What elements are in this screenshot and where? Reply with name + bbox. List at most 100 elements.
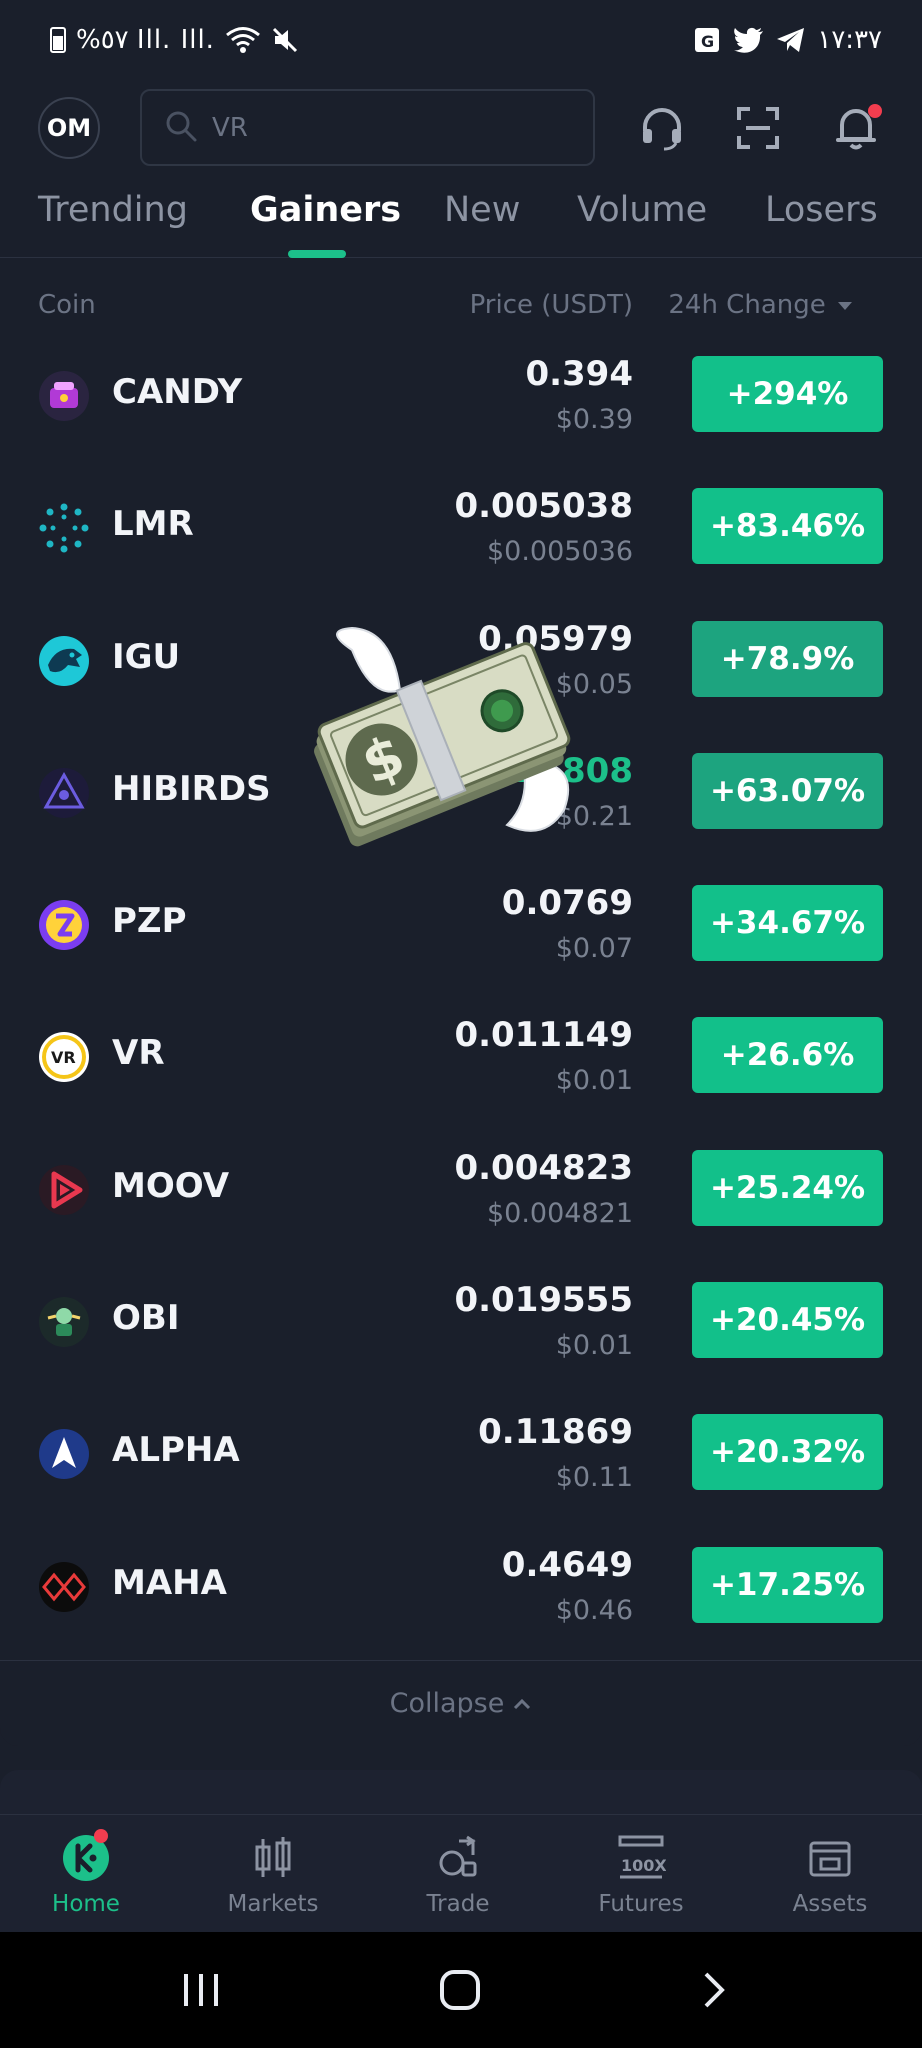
table-row[interactable]: CANDY 0.394 $0.39 +294% [0,340,922,472]
translate-icon: G [693,26,723,54]
status-bar: %٥٧ Ill. Ill. G ١٧:٣٧ [0,0,922,80]
table-row[interactable]: PZP 0.0769 $0.07 +34.67% [0,869,922,1001]
telegram-icon [775,26,807,54]
coin-price: 0.004823 [454,1147,633,1188]
coin-name: LMR [112,504,194,545]
table-row[interactable]: LMR 0.005038 $0.005036 +83.46% [0,472,922,604]
tab-volume[interactable]: Volume [577,190,707,230]
change-badge[interactable]: +78.9% [692,620,883,697]
active-tab-indicator [288,250,346,258]
hibirds-coin-logo-icon [38,767,90,819]
recent-apps-icon[interactable] [180,1970,222,2014]
change-badge[interactable]: +83.46% [692,488,883,565]
coin-price: 0.11869 [478,1412,633,1453]
change-column-label[interactable]: 24h Change [668,290,854,320]
nav-label: Trade [426,1891,490,1917]
coin-price: 0.0769 [501,883,633,924]
back-chevron-icon[interactable] [700,1970,730,2014]
notification-badge [868,104,882,118]
moov-coin-logo-icon [38,1164,90,1216]
wifi-icon [225,26,261,54]
table-row[interactable]: OBI 0.019555 $0.01 +20.45% [0,1266,922,1398]
price-column-label[interactable]: Price (USDT) [470,290,633,320]
search-bar[interactable] [140,89,595,166]
coin-usd-price: $0.07 [555,933,633,965]
pzp-coin-logo-icon [38,899,90,951]
notification-bell-icon[interactable] [830,102,882,154]
change-badge[interactable]: +20.32% [692,1414,883,1491]
nav-label: Futures [598,1891,684,1917]
twitter-icon [733,26,765,54]
obi-coin-logo-icon [38,1296,90,1348]
coin-name: VR [112,1033,165,1074]
bottom-navigation: Home Markets Trade 100X Futures Assets [0,1814,922,1932]
coin-name: MAHA [112,1562,227,1603]
coin-price: 0.4649 [501,1544,633,1585]
home-notification-badge [94,1829,108,1843]
sort-desc-icon [838,301,852,310]
column-header: Coin Price (USDT) 24h Change [0,290,922,326]
nav-assets[interactable]: Assets [765,1833,895,1917]
change-badge[interactable]: +25.24% [692,1149,883,1226]
collapse-label: Collapse [389,1688,505,1719]
maha-coin-logo-icon [38,1561,90,1613]
coin-usd-price: $0.39 [555,404,633,435]
vr-coin-logo-icon: VR [38,1031,90,1083]
coin-name: PZP [112,901,187,942]
mute-icon [271,26,299,54]
coin-name: CANDY [112,372,243,412]
change-badge[interactable]: +26.6% [692,1017,883,1094]
candlestick-chart-icon [208,1833,338,1885]
coin-usd-price: $0.004821 [486,1197,633,1229]
nav-label: Assets [792,1891,868,1917]
change-badge[interactable]: +294% [692,356,883,432]
table-row[interactable]: VR VR 0.011149 $0.01 +26.6% [0,1001,922,1133]
tab-losers[interactable]: Losers [765,190,878,230]
coin-name: OBI [112,1298,180,1339]
change-badge[interactable]: +34.67% [692,885,883,962]
change-badge[interactable]: +63.07% [692,752,883,829]
avatar[interactable]: OM [38,97,100,159]
futures-100x-icon: 100X [576,1833,706,1885]
collapse-button[interactable]: Collapse [0,1660,922,1746]
coin-usd-price: $0.11 [555,1462,633,1494]
search-input[interactable] [212,112,562,143]
coin-usd-price: $0.01 [555,1330,633,1362]
coin-price: 0.005038 [454,486,633,527]
search-icon [164,109,198,147]
coin-price: 0.394 [525,354,633,394]
change-column-text: 24h Change [668,290,826,320]
scan-icon[interactable] [732,102,784,154]
support-headset-icon[interactable] [636,102,688,154]
svg-text:VR: VR [51,1048,76,1067]
svg-text:G: G [701,32,714,51]
nav-futures[interactable]: 100X Futures [576,1833,706,1917]
battery-and-signal-text: %٥٧ Ill. Ill. [76,25,215,55]
table-row[interactable]: MAHA 0.4649 $0.46 +17.25% [0,1531,922,1663]
nav-label: Markets [227,1891,319,1917]
tab-new[interactable]: New [444,190,520,230]
tab-gainers[interactable]: Gainers [250,190,401,230]
coin-name: IGU [112,636,181,677]
market-tabs: Trending Gainers New Volume Losers [0,180,922,258]
table-row[interactable]: MOOV 0.004823 $0.004821 +25.24% [0,1134,922,1266]
change-badge[interactable]: +17.25% [692,1546,883,1623]
home-button-icon[interactable] [438,1970,482,2014]
change-badge[interactable]: +20.45% [692,1282,883,1359]
nav-trade[interactable]: Trade [393,1833,523,1917]
table-row[interactable]: ALPHA 0.11869 $0.11 +20.32% [0,1398,922,1530]
trade-exchange-icon [393,1833,523,1885]
money-with-wings-sticker-icon: $ [282,610,592,870]
wallet-icon [765,1833,895,1885]
alpha-coin-logo-icon [38,1428,90,1480]
coin-name: ALPHA [112,1430,240,1471]
chevron-up-icon [514,1698,531,1709]
nav-label: Home [52,1891,120,1917]
tab-trending[interactable]: Trending [38,190,188,230]
coin-usd-price: $0.005036 [486,536,633,568]
coin-name: HIBIRDS [112,768,271,809]
nav-markets[interactable]: Markets [208,1833,338,1917]
coin-price: 0.011149 [454,1015,633,1056]
gainers-list: CANDY 0.394 $0.39 +294% LMR 0.005038 $0.… [0,340,922,1663]
nav-home[interactable]: Home [21,1829,151,1917]
